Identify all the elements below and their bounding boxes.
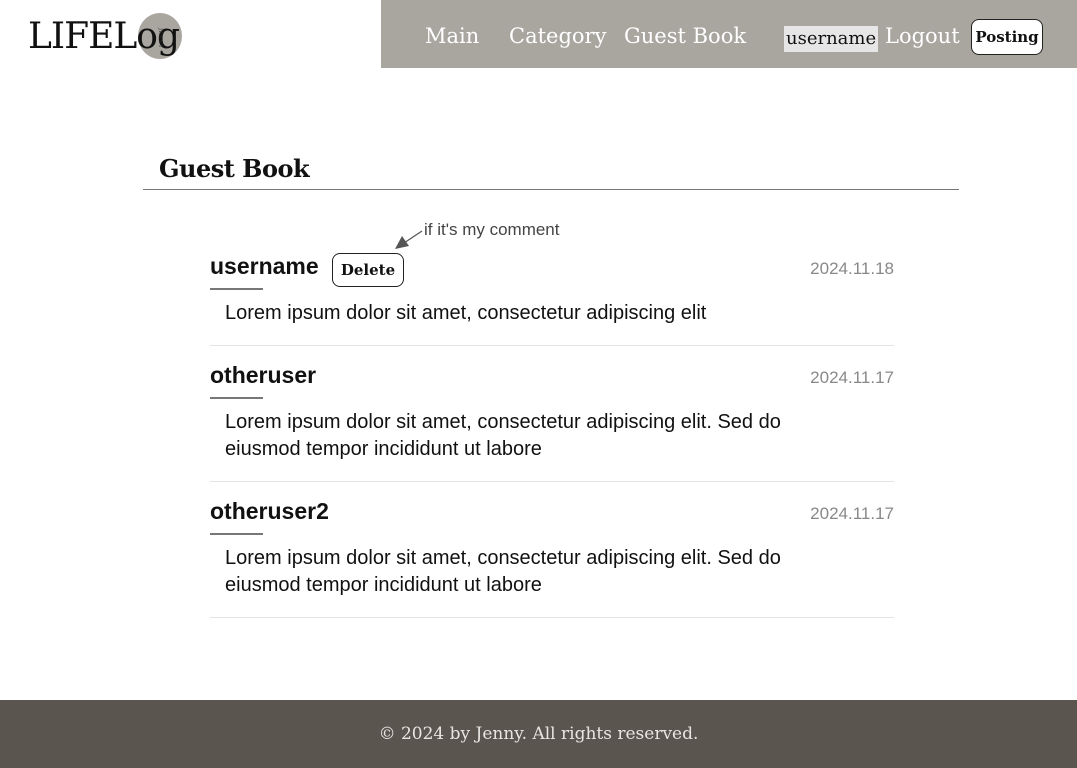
nav-logout-link[interactable]: Logout — [885, 22, 960, 50]
entry-date: 2024.11.17 — [810, 504, 894, 523]
nav-main-link[interactable]: Main — [425, 22, 479, 50]
logo[interactable]: LIFELog JENNY — [28, 12, 182, 62]
entry-username: username — [210, 253, 319, 279]
top-navigation: Main Category Guest Book username Logout… — [381, 0, 1077, 68]
entry-underline — [210, 397, 263, 399]
footer-copyright: © 2024 by Jenny. All rights reserved. — [378, 724, 699, 744]
title-divider — [143, 189, 959, 190]
entry-username: otheruser — [210, 362, 317, 388]
annotation-arrow-icon — [395, 230, 423, 249]
entry-date: 2024.11.18 — [810, 259, 894, 278]
entry-underline — [210, 288, 263, 290]
entry-username: otheruser2 — [210, 498, 329, 524]
entry-divider — [210, 481, 894, 482]
entry-underline — [210, 533, 263, 535]
nav-username[interactable]: username — [784, 26, 879, 52]
logo-subtext: JENNY — [157, 28, 163, 49]
page-title: Guest Book — [159, 154, 310, 183]
entry-divider — [210, 617, 894, 618]
footer: © 2024 by Jenny. All rights reserved. — [0, 700, 1077, 768]
nav-guestbook-link[interactable]: Guest Book — [624, 22, 746, 50]
nav-category-link[interactable]: Category — [509, 22, 606, 50]
entry-date: 2024.11.17 — [810, 368, 894, 387]
delete-button[interactable]: Delete — [332, 253, 404, 287]
entry-text: Lorem ipsum dolor sit amet, consectetur … — [225, 547, 781, 596]
annotation-text: if it's my comment — [424, 220, 560, 239]
entry-text: Lorem ipsum dolor sit amet, consectetur … — [225, 302, 707, 324]
entry-divider — [210, 345, 894, 346]
entry-text: Lorem ipsum dolor sit amet, consectetur … — [225, 411, 781, 460]
posting-button[interactable]: Posting — [971, 19, 1043, 55]
annotation: if it's my comment — [394, 220, 594, 252]
